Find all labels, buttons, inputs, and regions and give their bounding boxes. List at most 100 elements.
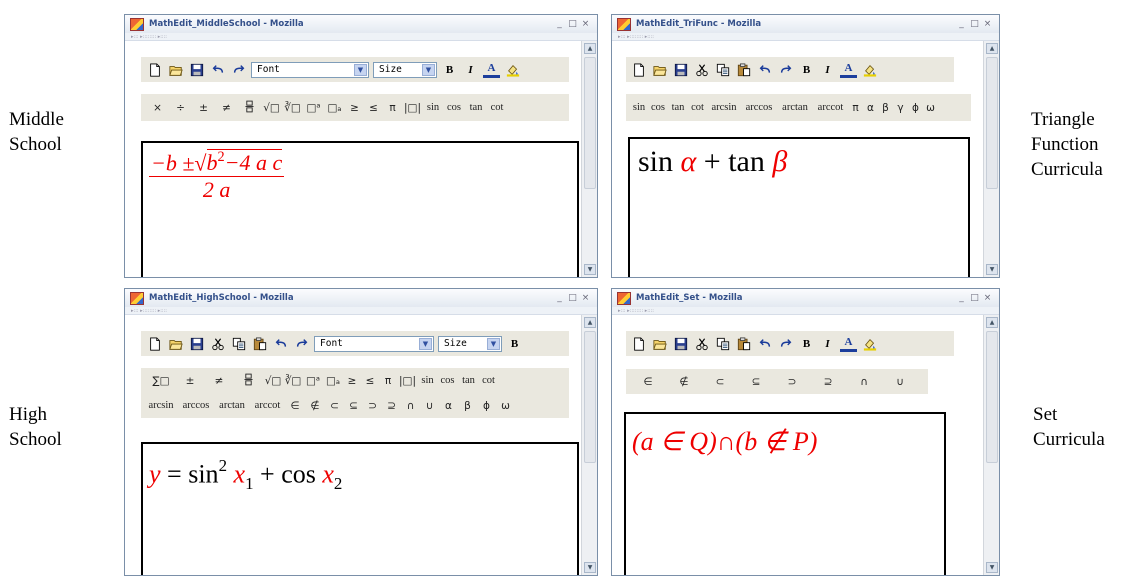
scroll-up-icon[interactable]: ▲ [584,317,596,328]
font-color-button[interactable]: A [840,61,857,78]
size-select[interactable]: Size ▼ [373,61,437,78]
redo-icon[interactable] [777,334,794,353]
symbol-nth-root[interactable]: ∛□ [282,102,303,114]
font-select[interactable]: Font ▼ [314,335,434,352]
title-bar[interactable]: MathEdit_TriFunc - Mozilla _ □ × [612,15,999,33]
symbol-element-of[interactable]: ∈ [630,376,666,388]
maximize-button[interactable]: □ [566,293,579,303]
vertical-scrollbar[interactable]: ▲ ▼ [983,315,999,575]
scroll-thumb[interactable] [986,331,998,463]
save-icon[interactable] [188,334,205,353]
new-icon[interactable] [146,334,163,353]
symbol-pi[interactable]: π [379,375,397,387]
new-icon[interactable] [146,60,163,79]
symbol-arccos[interactable]: arccos [741,102,777,113]
symbol-pi[interactable]: π [383,102,402,114]
minimize-button[interactable]: _ [553,19,566,29]
close-button[interactable]: × [579,19,592,29]
symbol-superscript[interactable]: □ᵃ [303,375,323,387]
bold-button[interactable]: B [798,334,815,353]
chevron-down-icon[interactable]: ▼ [354,63,367,76]
symbol-arcsin[interactable]: arcsin [707,102,741,113]
chevron-down-icon[interactable]: ▼ [487,337,500,350]
symbol-pi[interactable]: π [848,102,863,114]
close-button[interactable]: × [981,19,994,29]
minimize-button[interactable]: _ [553,293,566,303]
close-button[interactable]: × [579,293,592,303]
symbol-divide[interactable]: ÷ [169,102,192,114]
save-icon[interactable] [672,60,689,79]
highlight-icon[interactable] [861,334,878,353]
symbol-alpha[interactable]: α [439,400,458,412]
symbol-cot[interactable]: cot [487,102,507,113]
symbol-subscript[interactable]: □ₐ [323,375,343,387]
menu-strip[interactable]: ▸::: ▸:::::::: ▸:::: [125,307,597,315]
save-icon[interactable] [672,334,689,353]
paste-icon[interactable] [735,334,752,353]
title-bar[interactable]: MathEdit_Set - Mozilla _ □ × [612,289,999,307]
symbol-sin[interactable]: sin [418,375,437,386]
maximize-button[interactable]: □ [566,19,579,29]
symbol-tan[interactable]: tan [458,375,479,386]
title-bar[interactable]: MathEdit_HighSchool - Mozilla _ □ × [125,289,597,307]
scroll-thumb[interactable] [986,57,998,189]
symbol-subset-eq[interactable]: ⊆ [738,376,774,388]
symbol-superset[interactable]: ⊃ [363,400,382,412]
italic-button[interactable]: I [819,334,836,353]
symbol-sin[interactable]: sin [423,102,443,113]
symbol-not-equal[interactable]: ≠ [215,102,238,114]
symbol-not-equal[interactable]: ≠ [204,375,234,387]
symbol-cos[interactable]: cos [443,102,465,113]
symbol-subset-eq[interactable]: ⊆ [344,400,363,412]
formula-editor[interactable]: y = sin2 x1 + cos x2 [141,442,579,575]
symbol-plus-minus[interactable]: ± [176,375,204,387]
copy-icon[interactable] [714,334,731,353]
size-select[interactable]: Size ▼ [438,335,502,352]
symbol-omega[interactable]: ω [923,102,938,114]
font-color-button[interactable]: A [840,335,857,352]
font-select[interactable]: Font ▼ [251,61,369,78]
symbol-cos[interactable]: cos [648,102,668,113]
symbol-union[interactable]: ∪ [420,400,439,412]
symbol-arctan[interactable]: arctan [214,400,250,411]
fraction-icon[interactable] [234,373,263,389]
formula-editor[interactable]: (a ∈ Q)∩(b ∉ P) [624,412,946,575]
open-icon[interactable] [651,60,668,79]
symbol-arccot[interactable]: arccot [250,400,285,411]
symbol-arccos[interactable]: arccos [178,400,214,411]
maximize-button[interactable]: □ [968,19,981,29]
open-icon[interactable] [651,334,668,353]
menu-strip[interactable]: ▸::: ▸:::::::: ▸:::: [125,33,597,41]
formula-editor[interactable]: sin α + tan β [628,137,970,277]
copy-icon[interactable] [714,60,731,79]
symbol-tan[interactable]: tan [668,102,688,113]
scroll-thumb[interactable] [584,331,596,463]
symbol-leq[interactable]: ≤ [361,375,379,387]
symbol-sum[interactable]: ∑□ [146,375,176,387]
paste-icon[interactable] [735,60,752,79]
new-icon[interactable] [630,334,647,353]
symbol-sin[interactable]: sin [630,102,648,113]
symbol-arcsin[interactable]: arcsin [144,400,178,411]
symbol-phi[interactable]: ϕ [908,102,923,114]
font-color-button[interactable]: A [483,61,500,78]
symbol-subset[interactable]: ⊂ [702,376,738,388]
symbol-cos[interactable]: cos [437,375,458,386]
vertical-scrollbar[interactable]: ▲ ▼ [581,315,597,575]
symbol-cot[interactable]: cot [479,375,498,386]
scroll-down-icon[interactable]: ▼ [584,264,596,275]
symbol-geq[interactable]: ≥ [345,102,364,114]
bold-button[interactable]: B [441,60,458,79]
symbol-plus-minus[interactable]: ± [192,102,215,114]
menu-strip[interactable]: ▸::: ▸:::::::: ▸:::: [612,307,999,315]
scroll-down-icon[interactable]: ▼ [986,562,998,573]
symbol-abs[interactable]: |□| [397,375,418,387]
symbol-intersection[interactable]: ∩ [846,376,882,388]
undo-icon[interactable] [209,60,226,79]
scroll-thumb[interactable] [584,57,596,189]
bold-button[interactable]: B [798,60,815,79]
symbol-not-element-of[interactable]: ∉ [666,376,702,388]
cut-icon[interactable] [209,334,226,353]
redo-icon[interactable] [230,60,247,79]
redo-icon[interactable] [293,334,310,353]
